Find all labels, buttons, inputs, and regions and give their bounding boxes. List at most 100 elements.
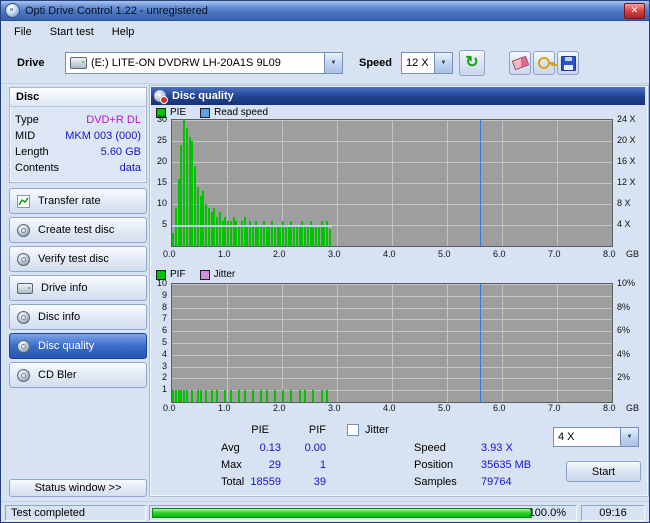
page-title-bar: Disc quality — [151, 87, 645, 105]
y-axis-tick-label: 30 — [156, 114, 167, 124]
sidebar-item-disc-info[interactable]: Disc info — [9, 304, 147, 330]
y2-axis-tick-label: 20 X — [617, 135, 636, 145]
pif-bar — [298, 390, 301, 402]
menu-start-test[interactable]: Start test — [41, 23, 103, 41]
pie-chart: PIE Read speed 30 25 20 15 10 5 24 X 20 X 16 X 12 … — [151, 105, 645, 267]
drive-select[interactable]: (E:) LITE-ON DVDRW LH-20A1S 9L09 ▼ — [65, 52, 343, 74]
register-button[interactable] — [533, 51, 555, 75]
y-axis-tick-label: 3 — [161, 360, 167, 371]
close-button[interactable]: ✕ — [624, 2, 645, 19]
chevron-down-icon[interactable]: ▼ — [620, 428, 638, 446]
sidebar-item-label: Disc info — [38, 311, 81, 323]
status-window-button[interactable]: Status window >> — [9, 479, 147, 497]
disc-info-row: Type DVD+R DL — [15, 112, 141, 128]
erase-disc-button[interactable] — [509, 51, 531, 75]
gridline — [172, 284, 612, 285]
save-button[interactable] — [557, 51, 579, 75]
sidebar-item-drive-info[interactable]: Drive info — [9, 275, 147, 301]
chevron-down-icon[interactable]: ▼ — [434, 53, 452, 73]
position-cursor-line — [480, 284, 481, 402]
pif-bar — [191, 390, 194, 402]
position-value: 35635 MB — [481, 459, 532, 471]
pif-bar — [304, 390, 307, 402]
y2-axis-tick-label: 16 X — [617, 156, 636, 166]
pif-bar — [243, 390, 246, 402]
status-message: Test completed — [11, 507, 85, 519]
page-title: Disc quality — [172, 90, 234, 102]
y-axis-tick-label: 7 — [161, 313, 167, 324]
x-axis-tick-label: 0.0 — [163, 249, 176, 259]
pif-bar — [216, 390, 219, 402]
sidebar-item-label: Disc quality — [38, 340, 95, 352]
disc-info-row: Length 5.60 GB — [15, 144, 141, 160]
gridline — [172, 295, 612, 297]
disc-length-label: Length — [15, 146, 49, 158]
pif-bar — [229, 390, 232, 402]
line-chart-icon — [17, 194, 30, 208]
speed-result-label: Speed — [414, 442, 446, 454]
x-axis-tick-label: 8.0 — [603, 249, 616, 259]
y-axis-tick-label: 1 — [161, 384, 167, 395]
y-axis-tick-label: 2 — [161, 372, 167, 383]
disc-icon — [17, 310, 30, 324]
chevron-down-icon[interactable]: ▼ — [324, 53, 342, 73]
menu-file[interactable]: File — [5, 23, 41, 41]
disc-contents-value: data — [119, 162, 141, 174]
pif-bar — [238, 390, 241, 402]
sidebar-item-cd-bler[interactable]: CD Bler — [9, 362, 147, 388]
gridline — [172, 204, 612, 205]
disc-icon — [17, 368, 30, 382]
legend-label: Jitter — [213, 269, 236, 280]
pie-chart-legend: PIE Read speed — [156, 107, 268, 118]
gridline — [172, 343, 612, 344]
sidebar-item-verify-test-disc[interactable]: Verify test disc — [9, 246, 147, 272]
gridline — [172, 162, 612, 163]
gridline — [172, 120, 612, 121]
test-speed-select[interactable]: 4 X ▼ — [553, 427, 639, 447]
position-label: Position — [414, 459, 454, 471]
refresh-drives-button[interactable]: ↻ — [459, 50, 485, 76]
y-axis-tick-label: 5 — [161, 337, 167, 347]
disc-icon — [17, 223, 30, 237]
x-axis-tick-label: 2.0 — [273, 249, 286, 259]
disc-contents-label: Contents — [15, 162, 60, 174]
drive-toolbar: Drive (E:) LITE-ON DVDRW LH-20A1S 9L09 ▼… — [1, 43, 649, 84]
sidebar-item-create-test-disc[interactable]: Create test disc — [9, 217, 147, 243]
sidebar-item-transfer-rate[interactable]: Transfer rate — [9, 188, 147, 214]
start-button[interactable]: Start — [566, 461, 641, 482]
y-axis-tick-label: 9 — [161, 289, 167, 300]
x-axis-tick-label: 3.0 — [328, 249, 341, 259]
status-message-cell: Test completed — [5, 505, 146, 521]
progress-cell: 100.0% — [149, 505, 577, 521]
jitter-checkbox[interactable] — [347, 424, 359, 436]
sidebar-item-disc-quality[interactable]: Disc quality — [9, 333, 147, 359]
speed-select[interactable]: 12 X ▼ — [401, 52, 453, 74]
pif-bar — [205, 390, 208, 402]
pif-bar — [326, 390, 329, 402]
disc-type-label: Type — [15, 114, 39, 126]
pif-bar — [185, 390, 188, 402]
pif-column-header: PIF — [308, 424, 326, 436]
test-buttons: Transfer rate Create test disc Verify te… — [9, 188, 147, 388]
total-pif-value: 39 — [313, 476, 326, 488]
y2-axis-tick-label: 24 X — [617, 114, 636, 124]
x-axis-tick-label: 1.0 — [218, 249, 231, 259]
pif-bar — [199, 390, 202, 402]
max-pie-value: 29 — [268, 459, 281, 471]
sidebar-item-label: Drive info — [41, 282, 88, 294]
speed-select-value: 12 X — [406, 57, 429, 69]
disc-mid-value: MKM 003 (000) — [65, 130, 141, 142]
disc-quality-icon — [154, 90, 168, 104]
y2-axis-tick-label: 12 X — [617, 177, 636, 187]
title-bar: Opti Drive Control 1.22 - unregistered ✕ — [1, 1, 649, 21]
gridline — [172, 366, 612, 368]
pie-chart-plot — [171, 119, 613, 247]
y-axis-tick-label: 8 — [161, 301, 167, 312]
x-axis-tick-label: 5.0 — [438, 249, 451, 259]
pif-chart: PIF Jitter 10 9 8 7 6 5 4 3 2 1 10% 8% 6% 4% 2% 0.0 1.0 2.… — [151, 267, 645, 417]
y-axis-tick-label: 20 — [156, 156, 167, 166]
disc-box-header: Disc — [10, 88, 146, 107]
total-pie-value: 18559 — [250, 476, 281, 488]
x-axis-tick-label: 6.0 — [493, 249, 506, 259]
menu-help[interactable]: Help — [103, 23, 144, 41]
